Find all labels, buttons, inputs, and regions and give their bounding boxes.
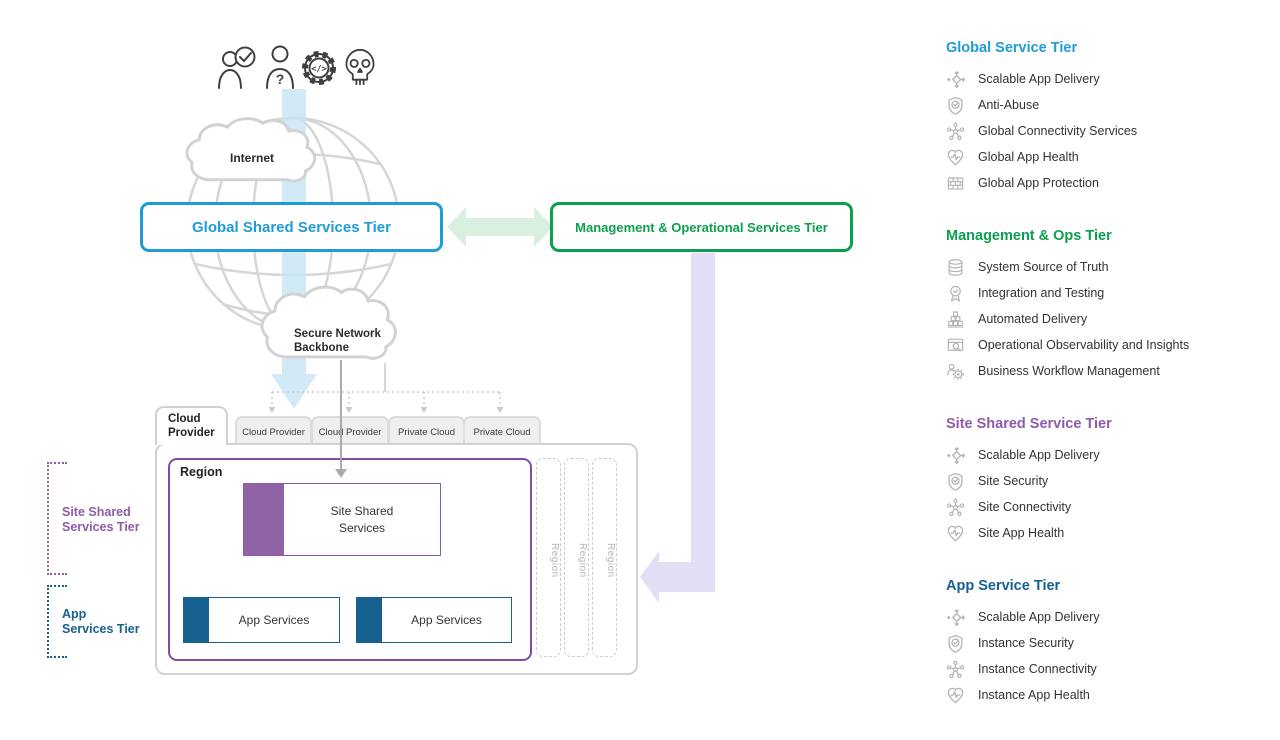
observability-monitor-icon	[946, 336, 965, 355]
legend-item: Global Connectivity Services	[946, 118, 1276, 144]
legend-item: Scalable App Delivery	[946, 66, 1276, 92]
legend-item: Instance Connectivity	[946, 656, 1276, 682]
legend-section-2: Site Shared Service Tier Scalable App Del…	[946, 416, 1276, 546]
attacker-skull-icon	[341, 44, 379, 90]
management-operational-services-tier-label: Management & Operational Services Tier	[575, 220, 828, 235]
tab-private-cloud-1: Private Cloud	[388, 416, 465, 446]
connectivity-nodes-icon	[946, 498, 965, 517]
legend-section-title: Management & Ops Tier	[946, 228, 1276, 244]
internet-cloud-label: Internet	[220, 151, 284, 165]
scalable-app-delivery-icon	[946, 70, 965, 89]
legend-item-label: System Source of Truth	[978, 260, 1109, 274]
backbone-cloud-label: Secure Network Backbone	[294, 327, 404, 356]
scalable-app-delivery-icon	[946, 446, 965, 465]
security-shield-icon	[946, 472, 965, 491]
legend-item: Operational Observability and Insights	[946, 332, 1276, 358]
security-shield-icon	[946, 634, 965, 653]
legend-section-title: Site Shared Service Tier	[946, 416, 1276, 432]
management-operational-services-tier-box: Management & Operational Services Tier	[550, 202, 853, 252]
bot-gear-code-icon: </>	[298, 44, 340, 90]
legend-item-label: Integration and Testing	[978, 286, 1104, 300]
legend-item-label: Business Workflow Management	[978, 364, 1160, 378]
app-services-box-1-label: App Services	[239, 613, 310, 627]
site-shared-services-color-strip	[244, 484, 284, 555]
test-badge-icon	[946, 284, 965, 303]
app-services-box-1: App Services	[183, 597, 340, 643]
service-tier-legend: Global Service Tier Scalable App Delivery…	[946, 40, 1276, 740]
database-icon	[946, 258, 965, 277]
global-shared-services-tier-label: Global Shared Services Tier	[192, 219, 391, 236]
legend-item: Business Workflow Management	[946, 358, 1276, 384]
legend-item: Site App Health	[946, 520, 1276, 546]
region-label: Region	[180, 465, 222, 479]
app-services-color-strip	[357, 598, 382, 642]
scalable-app-delivery-icon	[946, 608, 965, 627]
legend-item: Site Security	[946, 468, 1276, 494]
ghost-region-1: Region	[536, 458, 561, 657]
legend-item-label: Global Connectivity Services	[978, 124, 1137, 138]
tab-cloud-provider-active: Cloud Provider	[155, 406, 228, 445]
app-health-heart-icon	[946, 686, 965, 705]
app-services-box-2-label: App Services	[411, 613, 482, 627]
global-mgmt-double-arrow	[447, 207, 553, 247]
app-health-heart-icon	[946, 148, 965, 167]
site-shared-services-box: Site Shared Services	[243, 483, 441, 556]
legend-item-label: Instance App Health	[978, 688, 1090, 702]
mgmt-flow-arrow	[640, 253, 715, 603]
legend-item: Instance App Health	[946, 682, 1276, 708]
anti-abuse-shield-icon	[946, 96, 965, 115]
app-health-heart-icon	[946, 524, 965, 543]
app-services-color-strip	[184, 598, 209, 642]
legend-section-title: Global Service Tier	[946, 40, 1276, 56]
connectivity-nodes-icon	[946, 660, 965, 679]
legend-item: Automated Delivery	[946, 306, 1276, 332]
tab-cloud-provider-3: Cloud Provider	[311, 416, 389, 446]
delivery-blocks-icon	[946, 310, 965, 329]
legend-section-1: Management & Ops Tier System Source of Tr…	[946, 228, 1276, 384]
legend-item-label: Global App Health	[978, 150, 1079, 164]
legend-item: Site Connectivity	[946, 494, 1276, 520]
workflow-gear-user-icon	[946, 362, 965, 381]
site-shared-services-tier-label: Site Shared Services Tier	[62, 505, 140, 535]
user-verified-icon	[216, 44, 258, 90]
legend-item-label: Site Security	[978, 474, 1048, 488]
legend-item-label: Scalable App Delivery	[978, 610, 1100, 624]
firewall-bricks-icon	[946, 174, 965, 193]
legend-item-label: Global App Protection	[978, 176, 1099, 190]
legend-item-label: Site Connectivity	[978, 500, 1071, 514]
legend-item-label: Instance Connectivity	[978, 662, 1097, 676]
legend-item: Instance Security	[946, 630, 1276, 656]
legend-section-title: App Service Tier	[946, 578, 1276, 594]
legend-item-label: Operational Observability and Insights	[978, 338, 1189, 352]
ghost-region-2: Region	[564, 458, 589, 657]
site-shared-services-box-label: Site Shared Services	[312, 503, 412, 535]
legend-item: Anti-Abuse	[946, 92, 1276, 118]
legend-item: Scalable App Delivery	[946, 442, 1276, 468]
user-unknown-icon: ?	[262, 44, 298, 90]
legend-item: Global App Protection	[946, 170, 1276, 196]
legend-item-label: Site App Health	[978, 526, 1064, 540]
legend-item: System Source of Truth	[946, 254, 1276, 280]
legend-section-0: Global Service Tier Scalable App Delivery…	[946, 40, 1276, 196]
ghost-region-3: Region	[592, 458, 617, 657]
global-shared-services-tier-box: Global Shared Services Tier	[140, 202, 443, 252]
svg-text:</>: </>	[311, 65, 326, 75]
connectivity-nodes-icon	[946, 122, 965, 141]
legend-item: Scalable App Delivery	[946, 604, 1276, 630]
legend-item-label: Scalable App Delivery	[978, 448, 1100, 462]
tab-private-cloud-2: Private Cloud	[463, 416, 541, 446]
legend-item: Global App Health	[946, 144, 1276, 170]
svg-text:?: ?	[276, 71, 285, 87]
legend-section-3: App Service Tier Scalable App Delivery Ins…	[946, 578, 1276, 708]
tab-cloud-provider-2: Cloud Provider	[235, 416, 312, 446]
app-services-box-2: App Services	[356, 597, 512, 643]
legend-item-label: Anti-Abuse	[978, 98, 1039, 112]
legend-item: Integration and Testing	[946, 280, 1276, 306]
legend-item-label: Scalable App Delivery	[978, 72, 1100, 86]
legend-item-label: Automated Delivery	[978, 312, 1087, 326]
legend-item-label: Instance Security	[978, 636, 1074, 650]
app-services-tier-label: App Services Tier	[62, 607, 140, 637]
